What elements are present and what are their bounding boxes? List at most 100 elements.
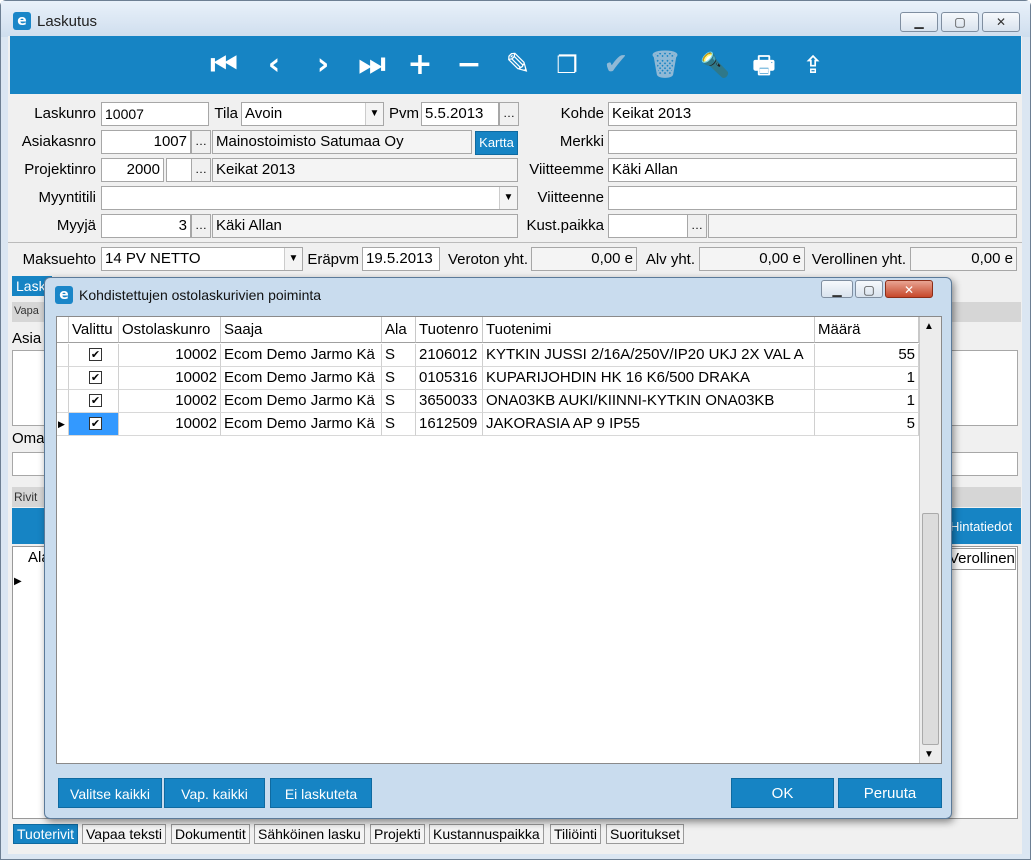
laskunro-field[interactable]: 10007 xyxy=(101,102,209,126)
first-record-icon[interactable]: ⏮ xyxy=(207,48,241,82)
myyja-lookup-button[interactable]: … xyxy=(191,214,211,238)
column-header-valittu[interactable]: Valittu xyxy=(69,317,119,343)
myyntitili-select[interactable]: ▼ xyxy=(101,186,518,210)
delete-icon[interactable]: 🗑 xyxy=(648,48,682,82)
cell-ostolaskunro[interactable]: 10002 xyxy=(119,390,221,413)
cancel-button[interactable]: Peruuta xyxy=(838,778,942,808)
projekti-sub-field[interactable] xyxy=(166,158,192,182)
chevron-down-icon[interactable]: ▼ xyxy=(499,187,517,209)
minimize-button[interactable]: ▁ xyxy=(900,12,938,32)
asiakasnro-field[interactable]: 1007 xyxy=(101,130,191,154)
cell-saaja[interactable]: Ecom Demo Jarmo Kä xyxy=(221,413,382,436)
cell-maara[interactable]: 55 xyxy=(815,344,919,367)
remove-icon[interactable]: − xyxy=(452,48,486,82)
add-icon[interactable]: + xyxy=(403,48,437,82)
cell-maara[interactable]: 1 xyxy=(815,367,919,390)
cell-ala[interactable]: S xyxy=(382,413,416,436)
table-row[interactable]: ✔ 10002 Ecom Demo Jarmo Kä S 0105316 KUPARIJO… xyxy=(57,367,919,390)
cell-valittu[interactable]: ✔ xyxy=(69,367,119,390)
cell-ala[interactable]: S xyxy=(382,367,416,390)
row-header[interactable]: ▶ xyxy=(57,413,69,436)
select-all-button[interactable]: Valitse kaikki xyxy=(58,778,162,808)
table-row[interactable]: ✔ 10002 Ecom Demo Jarmo Kä S 2106012 KYTKIN J… xyxy=(57,344,919,367)
maximize-button[interactable]: ▢ xyxy=(941,12,979,32)
merkki-field[interactable] xyxy=(608,130,1017,154)
cell-tuotenimi[interactable]: ONA03KB AUKI/KIINNI-KYTKIN ONA03KB xyxy=(483,390,815,413)
no-invoice-button[interactable]: Ei laskuteta xyxy=(270,778,372,808)
ok-button[interactable]: OK xyxy=(731,778,834,808)
column-header-ostolaskunro[interactable]: Ostolaskunro xyxy=(119,317,221,343)
cell-tuotenro[interactable]: 3650033 xyxy=(416,390,483,413)
tab-suoritukset[interactable]: Suoritukset xyxy=(606,824,685,844)
scrollbar-thumb[interactable] xyxy=(922,513,939,745)
erapvm-field[interactable]: 19.5.2013 xyxy=(362,247,440,271)
cell-ostolaskunro[interactable]: 10002 xyxy=(119,367,221,390)
cell-tuotenro[interactable]: 1612509 xyxy=(416,413,483,436)
column-header-saaja[interactable]: Saaja xyxy=(221,317,382,343)
dialog-close-button[interactable]: ✕ xyxy=(885,280,933,298)
maksuehto-select[interactable]: 14 PV NETTO ▼ xyxy=(101,247,303,271)
cell-tuotenimi[interactable]: KUPARIJOHDIN HK 16 K6/500 DRAKA xyxy=(483,367,815,390)
checkbox[interactable]: ✔ xyxy=(89,371,102,384)
edit-icon[interactable]: ✎ xyxy=(501,48,535,82)
cell-saaja[interactable]: Ecom Demo Jarmo Kä xyxy=(221,367,382,390)
cell-valittu[interactable]: ✔ xyxy=(69,344,119,367)
column-header-maara[interactable]: Määrä xyxy=(815,317,919,343)
previous-record-icon[interactable]: ‹ xyxy=(257,48,291,82)
table-row[interactable]: ✔ 10002 Ecom Demo Jarmo Kä S 3650033 ONA03KB … xyxy=(57,390,919,413)
tab-sahkoinen-lasku[interactable]: Sähköinen lasku xyxy=(254,824,365,844)
cell-ostolaskunro[interactable]: 10002 xyxy=(119,413,221,436)
cell-valittu[interactable]: ✔ xyxy=(69,390,119,413)
export-icon[interactable]: ⇪ xyxy=(796,48,830,82)
row-header[interactable] xyxy=(57,390,69,413)
dialog-minimize-button[interactable]: ▁ xyxy=(821,280,853,298)
cell-tuotenro[interactable]: 0105316 xyxy=(416,367,483,390)
table-row[interactable]: ▶ ✔ 10002 Ecom Demo Jarmo Kä S 1612509 JAKORAS… xyxy=(57,413,919,436)
tab-projekti[interactable]: Projekti xyxy=(370,824,425,844)
pvm-field[interactable]: 5.5.2013 xyxy=(421,102,499,126)
checkbox[interactable]: ✔ xyxy=(89,348,102,361)
cell-tuotenimi[interactable]: KYTKIN JUSSI 2/16A/250V/IP20 UKJ 2X VAL … xyxy=(483,344,815,367)
deselect-all-button[interactable]: Vap. kaikki xyxy=(164,778,265,808)
hintatiedot-button[interactable]: Hintatiedot xyxy=(950,519,1012,534)
chevron-down-icon[interactable]: ▼ xyxy=(284,248,302,270)
checkbox[interactable]: ✔ xyxy=(89,394,102,407)
projekti-lookup-button[interactable]: … xyxy=(191,158,211,182)
kustpaikka-lookup-button[interactable]: … xyxy=(687,214,707,238)
print-icon[interactable]: 🖶 xyxy=(747,48,781,82)
scroll-down-icon[interactable]: ▼ xyxy=(924,749,934,760)
pvm-picker-button[interactable]: … xyxy=(499,102,519,126)
viitteenne-field[interactable] xyxy=(608,186,1017,210)
cell-ala[interactable]: S xyxy=(382,344,416,367)
kartta-button[interactable]: Kartta xyxy=(475,131,518,155)
asiakas-lookup-button[interactable]: … xyxy=(191,130,211,154)
checkbox[interactable]: ✔ xyxy=(89,417,102,430)
cell-ostolaskunro[interactable]: 10002 xyxy=(119,344,221,367)
copy-icon[interactable]: ❐ xyxy=(550,48,584,82)
tab-dokumentit[interactable]: Dokumentit xyxy=(171,824,250,844)
cell-maara[interactable]: 1 xyxy=(815,390,919,413)
tab-tuoterivit[interactable]: Tuoterivit xyxy=(13,824,79,844)
kustpaikka-field[interactable] xyxy=(608,214,688,238)
cell-tuotenimi[interactable]: JAKORASIA AP 9 IP55 xyxy=(483,413,815,436)
cell-saaja[interactable]: Ecom Demo Jarmo Kä xyxy=(221,390,382,413)
row-header[interactable] xyxy=(57,344,69,367)
tab-kustannuspaikka[interactable]: Kustannuspaikka xyxy=(429,824,544,844)
tila-select[interactable]: Avoin ▼ xyxy=(241,102,384,126)
kohde-field[interactable]: Keikat 2013 xyxy=(608,102,1017,126)
tab-tiliointi[interactable]: Tiliöinti xyxy=(550,824,602,844)
cell-ala[interactable]: S xyxy=(382,390,416,413)
vapaa-tab[interactable]: Vapa xyxy=(14,305,39,317)
cell-maara[interactable]: 5 xyxy=(815,413,919,436)
column-header-ala[interactable]: Ala xyxy=(382,317,416,343)
vertical-scrollbar[interactable]: ▲ ▼ xyxy=(919,317,941,763)
cell-saaja[interactable]: Ecom Demo Jarmo Kä xyxy=(221,344,382,367)
row-header[interactable] xyxy=(57,367,69,390)
next-record-icon[interactable]: › xyxy=(306,48,340,82)
search-icon[interactable]: 🔦 xyxy=(698,48,732,82)
cell-valittu[interactable]: ✔ xyxy=(69,413,119,436)
viitteemme-field[interactable]: Käki Allan xyxy=(608,158,1017,182)
confirm-icon[interactable]: ✔ xyxy=(599,48,633,82)
scroll-up-icon[interactable]: ▲ xyxy=(924,321,934,332)
column-header-tuotenro[interactable]: Tuotenro xyxy=(416,317,483,343)
